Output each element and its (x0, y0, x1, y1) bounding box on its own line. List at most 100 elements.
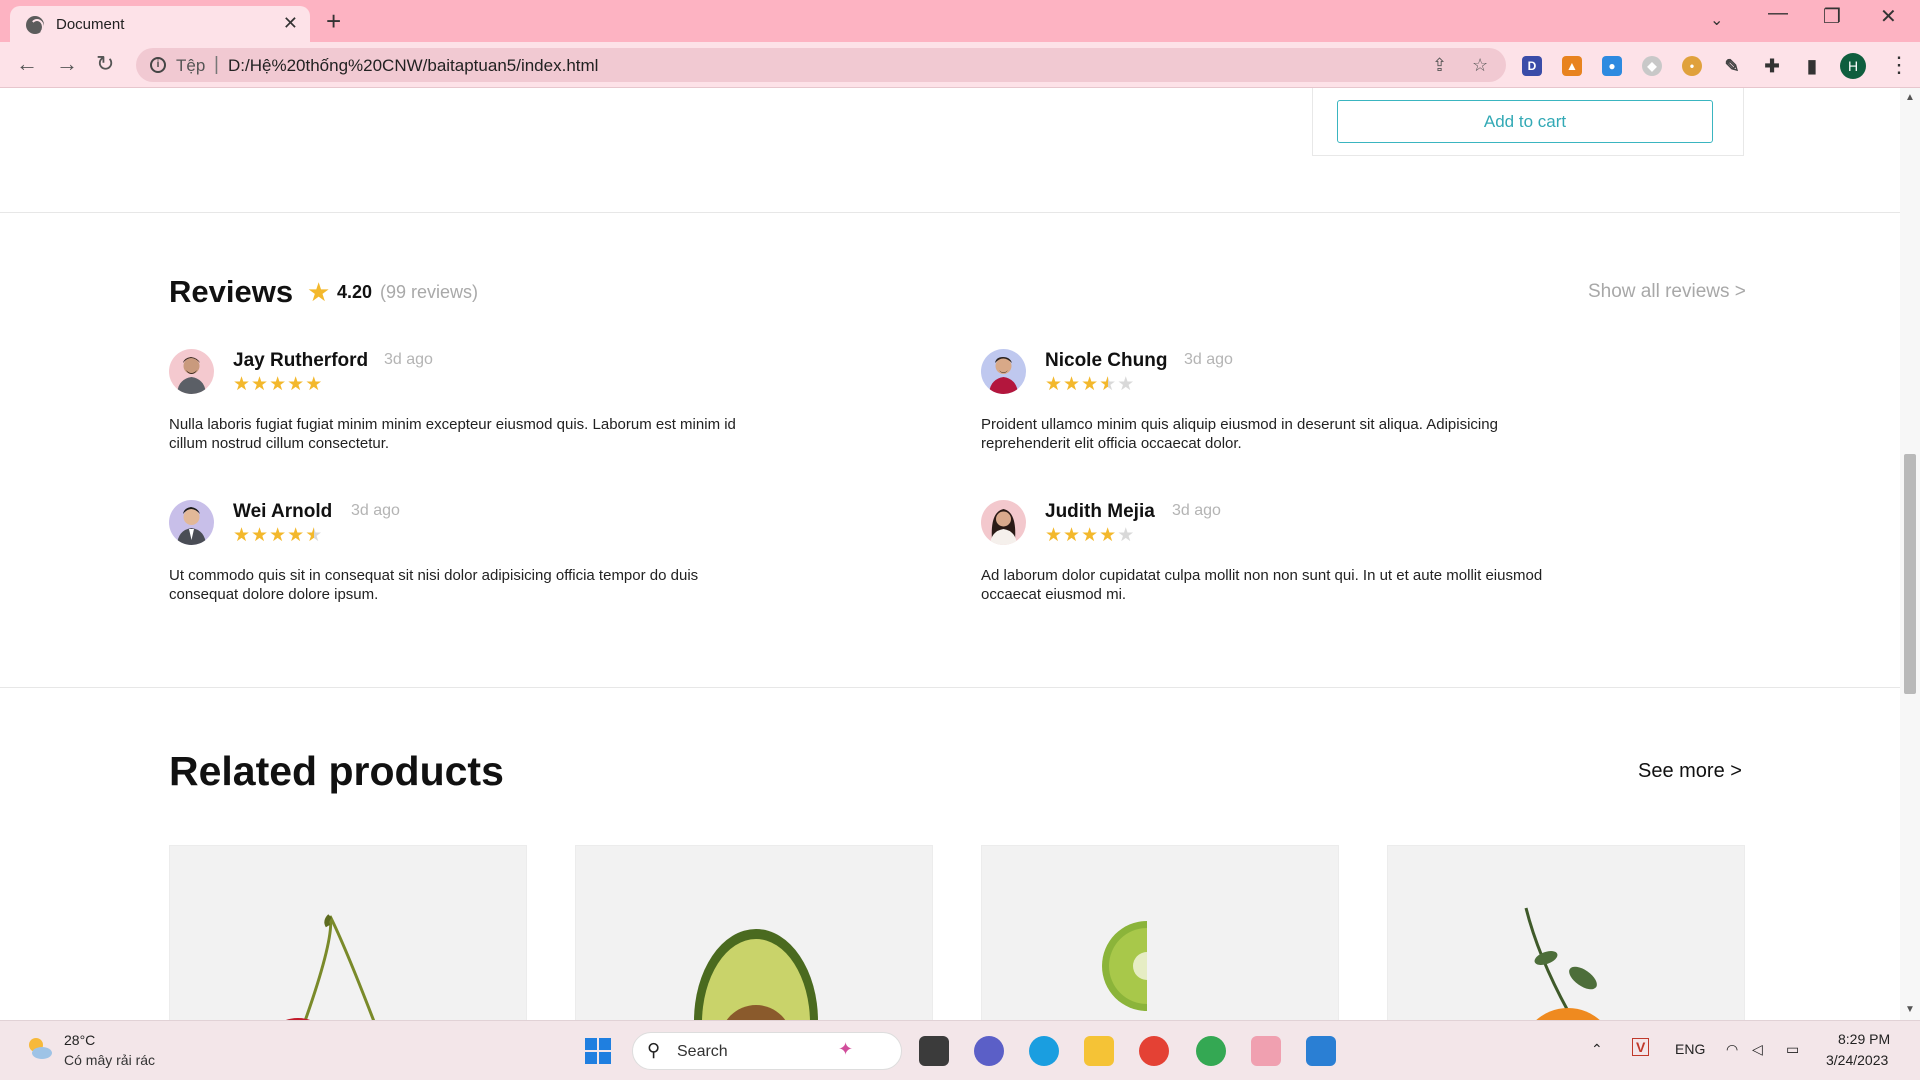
product-card-tangerine[interactable] (1387, 845, 1745, 1020)
close-tab-icon[interactable]: ✕ (283, 13, 298, 34)
bookmark-star-icon[interactable]: ☆ (1472, 55, 1488, 76)
windows-taskbar: 28°C Có mây rải rác ⚲ Search ✦ ⌃ V ENG ◠… (0, 1020, 1920, 1080)
page-viewport: Add to cart Reviews ★ 4.20 (99 reviews) … (0, 88, 1900, 1020)
product-card-cherry[interactable] (169, 845, 527, 1020)
chrome-icon[interactable] (1139, 1036, 1169, 1066)
review-text: Ad laborum dolor cupidatat culpa mollit … (981, 567, 1543, 603)
rating-star-icon: ★ (1081, 374, 1100, 395)
clock-date[interactable]: 3/24/2023 (1826, 1052, 1888, 1068)
metamask-fox-icon[interactable]: ▲ (1562, 56, 1582, 76)
browser-tab-bar: Document ✕ + ⌄ — ❐ ✕ (0, 0, 1920, 42)
extension-d-icon[interactable]: D (1522, 56, 1542, 76)
browser-tab[interactable]: Document ✕ (10, 6, 310, 42)
reviewer-name: Wei Arnold (233, 501, 333, 522)
review-time: 3d ago (1184, 351, 1233, 368)
side-panel-icon[interactable]: ▮ (1802, 56, 1822, 76)
cherry-image (285, 914, 376, 1020)
battery-icon[interactable]: ▭ (1786, 1041, 1799, 1058)
restore-button[interactable]: ❐ (1823, 4, 1841, 29)
review-stars: ★★★★★ (233, 524, 323, 547)
scroll-up-arrow-icon[interactable]: ▲ (1905, 92, 1915, 103)
extension-drop-icon[interactable]: ● (1602, 56, 1622, 76)
reviewer-avatar (981, 349, 1026, 394)
eyedropper-icon[interactable]: ✎ (1722, 56, 1742, 76)
scroll-down-arrow-icon[interactable]: ▼ (1905, 1004, 1915, 1015)
extension-compass-icon[interactable]: ◆ (1642, 56, 1662, 76)
browser-menu-icon[interactable]: ⋮ (1888, 52, 1910, 78)
photos-app-icon[interactable] (1306, 1036, 1336, 1066)
review-item: Judith Mejia 3d ago ★★★★★ Ad laborum dol… (981, 500, 1561, 610)
file-explorer-icon[interactable] (1084, 1036, 1114, 1066)
tangerine-image (1524, 907, 1600, 1020)
address-bar[interactable]: i Tệp | D:/Hệ%20thống%20CNW/baitaptuan5/… (136, 48, 1506, 82)
windows-start-icon[interactable] (584, 1037, 612, 1065)
section-divider (0, 212, 1900, 213)
edge-browser-icon[interactable] (1029, 1036, 1059, 1066)
forward-button[interactable]: → (56, 51, 78, 77)
review-stars: ★★★★★ (233, 373, 323, 396)
share-icon[interactable]: ⇪ (1432, 55, 1447, 76)
taskbar-search-box[interactable]: ⚲ Search ✦ (632, 1032, 902, 1070)
language-indicator[interactable]: ENG (1675, 1041, 1705, 1057)
kiwi-image (1102, 916, 1207, 1016)
rating-star-icon: ★ (1099, 374, 1118, 395)
see-more-link[interactable]: See more > (1638, 760, 1742, 783)
url-scheme-label: Tệp (176, 56, 206, 75)
url-separator: | (214, 54, 219, 75)
weather-temperature[interactable]: 28°C (64, 1032, 95, 1048)
back-button[interactable]: ← (16, 51, 38, 77)
page-scrollbar[interactable]: ▲ ▼ (1900, 88, 1920, 1020)
weather-description[interactable]: Có mây rải rác (64, 1052, 155, 1068)
avocado-image (694, 929, 818, 1020)
volume-icon[interactable]: ◁ (1752, 1041, 1763, 1058)
minimize-button[interactable]: — (1768, 2, 1788, 25)
product-card-kiwi[interactable] (981, 845, 1339, 1020)
add-to-cart-button[interactable]: Add to cart (1337, 100, 1713, 143)
wifi-icon[interactable]: ◠ (1726, 1041, 1738, 1058)
review-item: Nicole Chung 3d ago ★★★★★ Proident ullam… (981, 349, 1561, 459)
site-info-icon[interactable]: i (150, 57, 166, 73)
new-tab-button[interactable]: + (326, 6, 341, 37)
rating-star-icon: ★ (305, 374, 324, 395)
profile-avatar[interactable]: H (1840, 53, 1866, 79)
extensions-puzzle-icon[interactable]: ✚ (1762, 56, 1782, 76)
search-icon: ⚲ (647, 1040, 661, 1060)
review-time: 3d ago (1172, 502, 1221, 519)
cookie-extension-icon[interactable]: • (1682, 56, 1702, 76)
product-card-avocado[interactable] (575, 845, 933, 1020)
browser-toolbar: ← → ↻ i Tệp | D:/Hệ%20thống%20CNW/baitap… (0, 42, 1920, 88)
rating-star-icon: ★ (1099, 525, 1118, 546)
teams-chat-icon[interactable] (974, 1036, 1004, 1066)
close-window-button[interactable]: ✕ (1880, 4, 1897, 29)
review-text: Nulla laboris fugiat fugiat minim minim … (169, 416, 736, 452)
reviewer-name: Jay Rutherford (233, 350, 369, 371)
reviewer-avatar (981, 500, 1026, 545)
show-all-reviews-link[interactable]: Show all reviews > (1588, 281, 1746, 303)
rating-star-icon: ★ (251, 525, 270, 546)
rating-star-icon: ★ (1117, 525, 1136, 546)
url-text[interactable]: D:/Hệ%20thống%20CNW/baitaptuan5/index.ht… (228, 56, 598, 76)
tab-title: Document (56, 16, 125, 33)
chrome-profile-icon[interactable] (1196, 1036, 1226, 1066)
average-rating: 4.20 (337, 282, 373, 302)
taskbar-search-label: Search (677, 1043, 728, 1060)
reviews-heading: Reviews (169, 274, 294, 309)
task-view-icon[interactable] (919, 1036, 949, 1066)
review-stars: ★★★★★ (1045, 373, 1135, 396)
rating-star-icon: ★ (269, 374, 288, 395)
show-hidden-icons-chevron-icon[interactable]: ⌃ (1591, 1041, 1603, 1058)
scrollbar-thumb[interactable] (1904, 454, 1916, 694)
review-text: Proident ullamco minim quis aliquip eius… (981, 416, 1498, 452)
search-highlight-icon: ✦ (838, 1039, 854, 1059)
antivirus-tray-icon[interactable]: V (1632, 1038, 1650, 1056)
snipping-tool-icon[interactable] (1251, 1036, 1281, 1066)
review-item: Wei Arnold 3d ago ★★★★★ Ut commodo quis … (169, 500, 749, 610)
rating-star-icon: ★ (1063, 525, 1082, 546)
tab-search-chevron-icon[interactable]: ⌄ (1710, 10, 1723, 30)
reload-button[interactable]: ↻ (96, 51, 114, 77)
review-time: 3d ago (384, 351, 433, 368)
review-count: (99 reviews) (380, 282, 479, 302)
review-text: Ut commodo quis sit in consequat sit nis… (169, 567, 699, 603)
rating-star-icon: ★ (305, 525, 324, 546)
clock-time[interactable]: 8:29 PM (1838, 1031, 1890, 1047)
